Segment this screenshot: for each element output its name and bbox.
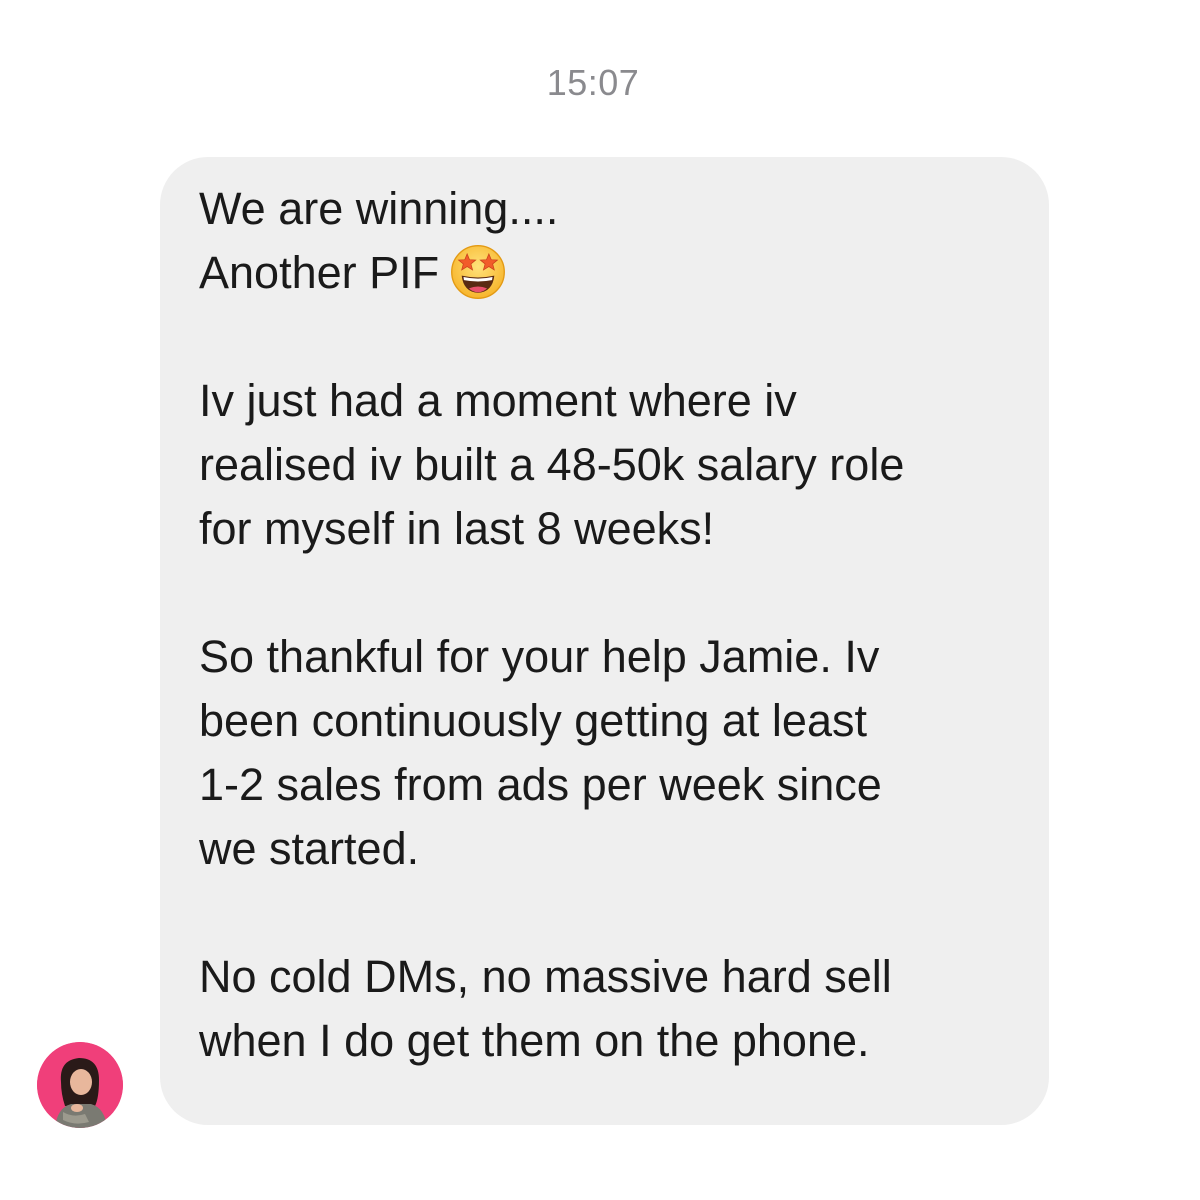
message-line: we started. [199,823,420,874]
message-line: been continuously getting at least [199,695,867,746]
message-line: So thankful for your help Jamie. Iv [199,631,880,682]
message-paragraph: We are winning.... Another PIF [199,177,1019,305]
message-line: realised iv built a 48-50k salary role [199,439,905,490]
message-line: Iv just had a moment where iv [199,375,797,426]
message-paragraph: So thankful for your help Jamie. Iv been… [199,625,1019,881]
message-line-with-emoji: Another PIF [199,241,1019,305]
star-struck-emoji-icon [451,245,506,300]
profile-photo-icon [37,1042,123,1128]
message-timestamp: 15:07 [546,62,640,103]
message-line: when I do get them on the phone. [199,1015,870,1066]
message-line: We are winning.... [199,183,559,234]
message-paragraph: No cold DMs, no massive hard sell when I… [199,945,1019,1073]
message-line: 1-2 sales from ads per week since [199,759,882,810]
message-line: No cold DMs, no massive hard sell [199,951,892,1002]
message-paragraph: Iv just had a moment where iv realised i… [199,369,1019,561]
message-line: Another PIF [199,247,440,298]
sender-avatar[interactable] [37,1042,123,1128]
message-bubble[interactable]: We are winning.... Another PIF Iv just h… [160,157,1049,1125]
message-line: for myself in last 8 weeks! [199,503,715,554]
